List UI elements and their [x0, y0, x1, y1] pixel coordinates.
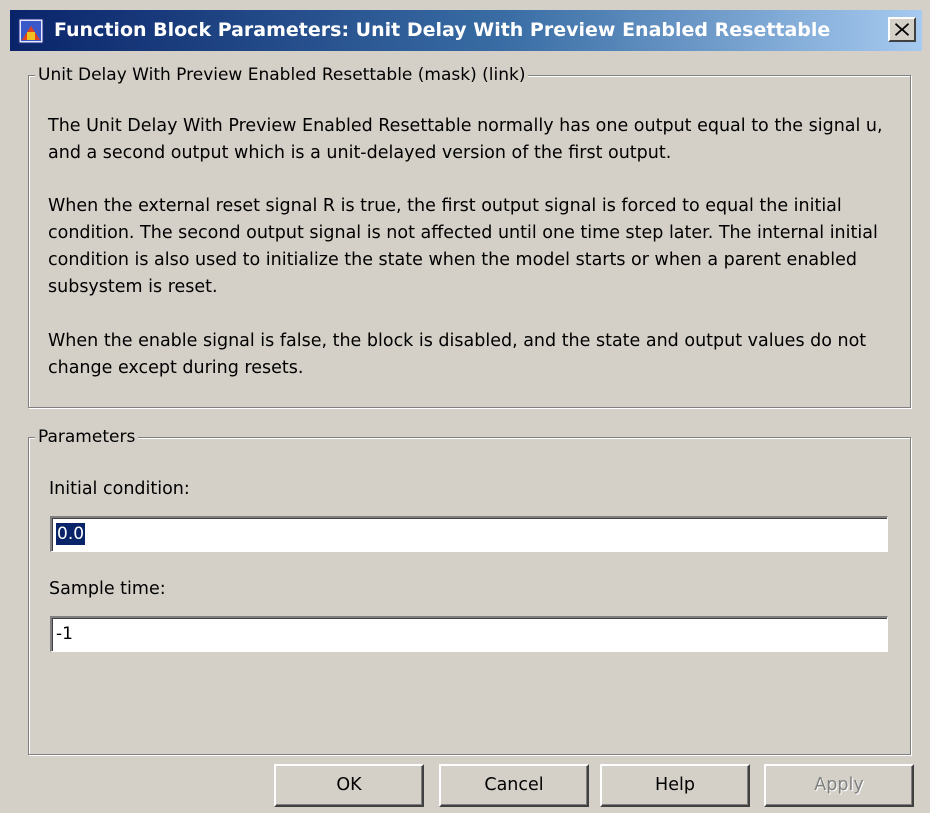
window-title: Function Block Parameters: Unit Delay Wi…	[54, 19, 831, 41]
close-x-icon	[895, 23, 909, 36]
initial-condition-label: Initial condition:	[49, 479, 190, 499]
description-legend: Unit Delay With Preview Enabled Resettab…	[35, 64, 529, 86]
simulink-block-icon	[18, 18, 44, 44]
description-paragraph-3: When the enable signal is false, the blo…	[48, 331, 867, 378]
cancel-button[interactable]: Cancel	[439, 764, 589, 807]
parameters-legend: Parameters	[35, 426, 139, 448]
dialog-window: Function Block Parameters: Unit Delay Wi…	[0, 0, 930, 813]
description-group: Unit Delay With Preview Enabled Resettab…	[28, 64, 911, 408]
parameters-group: Parameters Initial condition: 0.0 Sample…	[28, 426, 911, 755]
initial-condition-input[interactable]: 0.0	[50, 516, 888, 552]
apply-button[interactable]: Apply	[764, 764, 914, 807]
description-paragraph-2: When the external reset signal R is true…	[48, 196, 878, 297]
initial-condition-value: 0.0	[56, 523, 86, 545]
ok-button[interactable]: OK	[274, 764, 424, 807]
description-paragraph-1: The Unit Delay With Preview Enabled Rese…	[48, 116, 883, 163]
sample-time-value: -1	[56, 624, 73, 644]
help-button[interactable]: Help	[600, 764, 750, 807]
sample-time-label: Sample time:	[49, 579, 166, 599]
close-button[interactable]	[888, 17, 916, 42]
sample-time-input[interactable]: -1	[50, 616, 888, 652]
title-bar[interactable]: Function Block Parameters: Unit Delay Wi…	[10, 10, 922, 51]
